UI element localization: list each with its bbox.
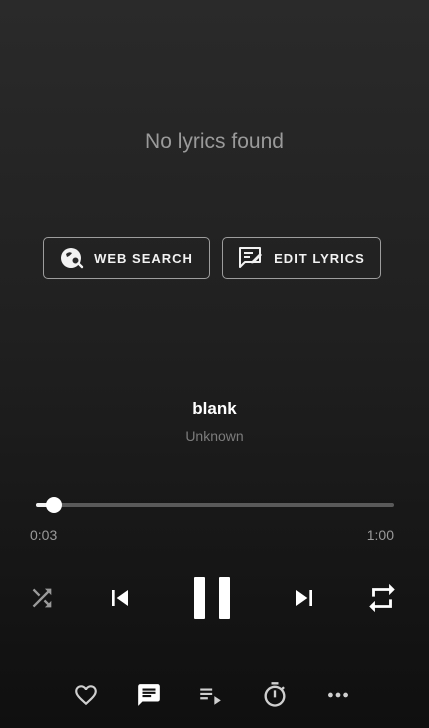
edit-lyrics-icon [238, 246, 264, 270]
web-search-button[interactable]: WEB SEARCH [43, 237, 210, 279]
seek-bar-track[interactable] [36, 503, 394, 507]
no-lyrics-message: No lyrics found [145, 130, 284, 153]
repeat-button[interactable] [364, 580, 400, 616]
more-icon [328, 692, 348, 698]
sleep-timer-button[interactable] [260, 680, 290, 710]
previous-button[interactable] [104, 582, 136, 614]
next-button[interactable] [288, 582, 320, 614]
edit-lyrics-label: EDIT LYRICS [274, 250, 365, 266]
queue-icon [200, 688, 221, 705]
elapsed-time: 0:03 [30, 527, 58, 543]
favorite-button[interactable] [72, 681, 100, 709]
skip-next-icon [296, 590, 312, 606]
web-search-icon [60, 246, 84, 270]
edit-lyrics-button[interactable]: EDIT LYRICS [222, 237, 381, 279]
queue-button[interactable] [196, 681, 224, 709]
repeat-icon [369, 583, 395, 613]
web-search-label: WEB SEARCH [94, 250, 193, 266]
more-options-button[interactable] [324, 681, 352, 709]
shuffle-button[interactable] [26, 582, 58, 614]
play-pause-button[interactable] [188, 574, 236, 622]
track-artist: Unknown [185, 428, 244, 444]
timer-icon [264, 682, 286, 707]
track-title: blank [192, 399, 237, 418]
skip-previous-icon [112, 590, 128, 606]
shuffle-icon [32, 588, 52, 608]
pause-icon [194, 577, 230, 619]
lyrics-icon [138, 684, 160, 706]
total-time: 1:00 [366, 527, 394, 543]
lyrics-button[interactable] [135, 681, 163, 709]
heart-icon [75, 685, 97, 706]
seek-bar-thumb[interactable] [45, 497, 62, 513]
